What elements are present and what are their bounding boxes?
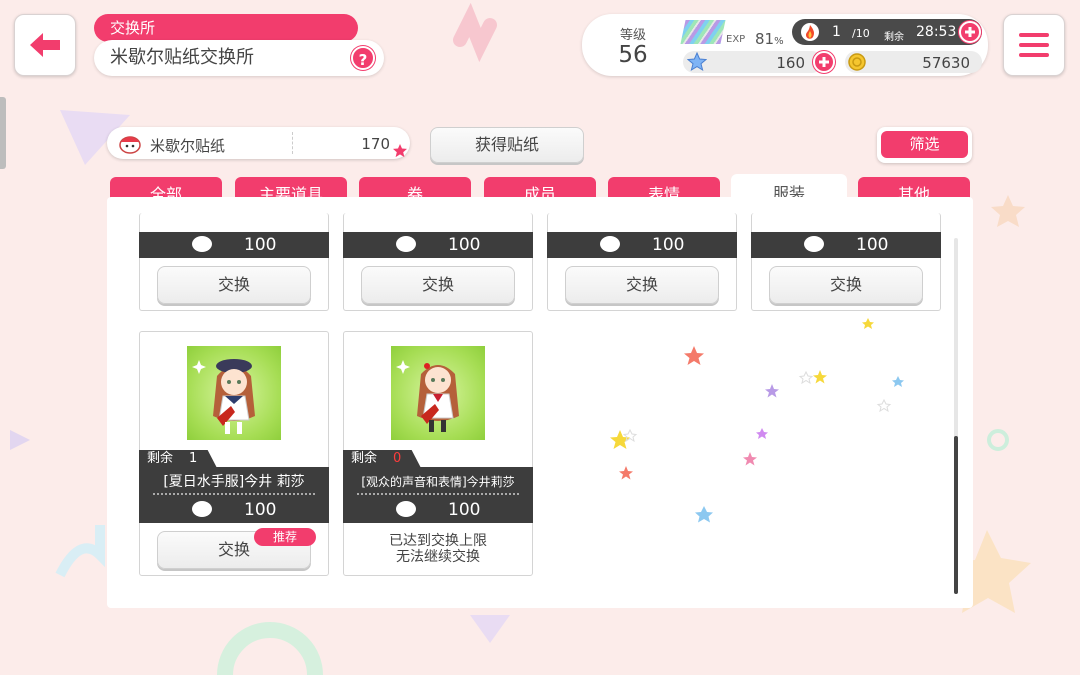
michelle-sticker-icon (396, 501, 416, 517)
star-gem-icon (687, 52, 707, 72)
help-button[interactable]: ? (351, 46, 375, 70)
character-chibi-image (192, 359, 255, 434)
page-title: 米歇尔贴纸交换所 (94, 40, 384, 76)
currency-amount: 170 (361, 135, 390, 153)
filter-button[interactable]: 筛选 (877, 127, 972, 163)
back-button[interactable] (14, 14, 76, 76)
back-arrow-icon (30, 33, 60, 57)
remaining-count: 剩余 1 (139, 450, 217, 468)
exp-percent: 81% (755, 30, 784, 48)
exchange-button[interactable]: 交换 (157, 266, 311, 304)
michelle-sticker-icon (192, 236, 212, 252)
remaining-count: 剩余 0 (343, 450, 421, 468)
price-bar: 100 (139, 232, 329, 258)
coin-count: 57630 (922, 54, 970, 72)
stamina-current: 1 (832, 24, 841, 40)
michelle-sticker-icon (119, 136, 141, 154)
price-bar: 100 (751, 232, 941, 258)
add-stamina-button[interactable] (959, 21, 981, 43)
character-chibi-image (396, 360, 459, 432)
filter-label: 筛选 (881, 131, 968, 158)
price-bar: 100 (343, 497, 533, 523)
add-star-gems-button[interactable] (813, 51, 835, 73)
exp-bar (680, 20, 726, 44)
menu-button[interactable] (1003, 14, 1065, 76)
price-bar: 100 (547, 232, 737, 258)
stamina-timer: 28:53 (916, 24, 957, 40)
costume-thumbnail (187, 346, 281, 440)
michelle-sticker-icon (396, 236, 416, 252)
breadcrumb: 交换所 (94, 14, 358, 42)
michelle-sticker-icon (600, 236, 620, 252)
costume-thumbnail (391, 346, 485, 440)
star-gem-count: 160 (776, 54, 805, 72)
star-badge-icon (393, 144, 407, 158)
exchange-button[interactable]: 交换 (565, 266, 719, 304)
currency-name: 米歇尔贴纸 (150, 137, 226, 155)
limit-line: 已达到交换上限 (389, 533, 487, 549)
flame-icon (801, 23, 819, 41)
item-name: [夏日水手服]今井 莉莎 (139, 467, 329, 499)
currency-divider (292, 132, 293, 154)
get-stickers-button[interactable]: 获得贴纸 (430, 127, 584, 163)
side-drawer-handle[interactable] (0, 97, 6, 169)
price-bar: 100 (139, 497, 329, 523)
stamina-max: /10 (852, 27, 870, 40)
price-bar: 100 (343, 232, 533, 258)
level-value: 56 (618, 42, 648, 68)
exchange-button[interactable]: 交换 (361, 266, 515, 304)
stamina-remaining-label: 剩余 (884, 32, 904, 43)
michelle-sticker-icon (192, 501, 212, 517)
hamburger-menu-icon (1019, 33, 1049, 57)
scrollbar-thumb[interactable] (954, 436, 958, 594)
limit-line: 无法继续交换 (396, 549, 480, 565)
item-name: [观众的声音和表情]今井莉莎 (343, 467, 533, 499)
michelle-sticker-icon (804, 236, 824, 252)
recommended-badge: 推荐 (254, 528, 316, 546)
exchange-button[interactable]: 交换 (769, 266, 923, 304)
exp-label: EXP (726, 34, 746, 45)
level-label: 等级 (620, 28, 647, 43)
coin-icon (848, 53, 866, 71)
exchange-limit-message: 已达到交换上限 无法继续交换 (343, 533, 533, 565)
